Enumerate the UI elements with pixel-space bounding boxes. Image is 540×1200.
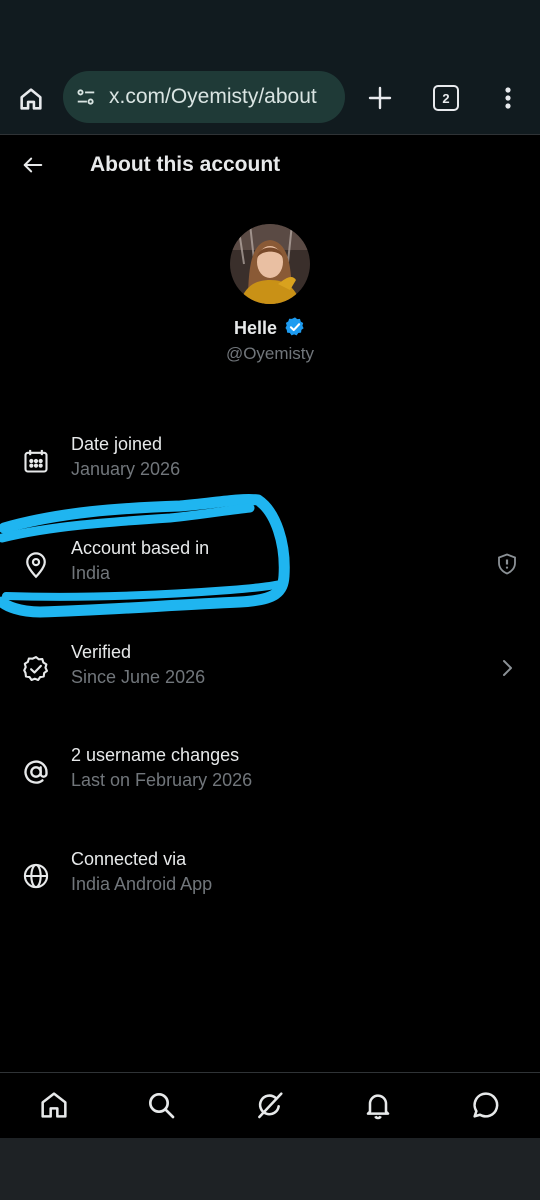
about-row-username-changes: 2 username changes Last on February 2026 [0,741,540,831]
verified-badge-icon [23,656,49,682]
location-pin-icon [26,552,46,579]
verified-badge-icon [284,316,306,343]
shield-alert-icon[interactable] [495,552,519,576]
grok-icon [258,1092,283,1119]
browser-home-button[interactable] [14,82,48,116]
bell-icon [366,1094,390,1120]
home-icon [20,88,42,110]
row-label: Date joined [71,434,163,454]
row-value: India Android App [71,874,213,894]
bottom-navigation [0,1072,540,1139]
tab-count: 2 [433,85,459,111]
site-settings-icon [77,89,95,105]
new-tab-button[interactable] [364,82,396,114]
avatar[interactable] [230,224,310,304]
row-value: India [71,563,111,583]
nav-messages[interactable] [470,1089,502,1121]
url-text: x.com/Oyemisty/about [109,85,317,108]
row-label: 2 username changes [71,745,240,765]
browser-menu-button[interactable] [494,82,522,114]
row-label: Verified [71,642,132,662]
back-button[interactable] [18,150,48,180]
browser-toolbar: x.com/Oyemisty/about 2 [0,62,540,135]
about-row-date-joined: Date joined January 2026 [0,430,540,520]
row-value: Last on February 2026 [71,770,253,790]
row-value: Since June 2026 [71,667,206,687]
tab-switcher-button[interactable]: 2 [430,82,462,114]
address-bar[interactable]: x.com/Oyemisty/about [63,71,345,123]
about-row-account-based-in: Account based in India [0,534,540,624]
nav-home[interactable] [38,1089,70,1121]
nav-grok[interactable] [254,1089,286,1121]
profile-photo [230,224,310,304]
display-name: Helle [0,316,540,343]
page-header: About this account [0,136,540,196]
messages-icon [473,1092,499,1118]
row-label: Connected via [71,849,187,869]
home-icon [41,1092,67,1118]
more-vertical-icon [505,87,511,109]
about-row-verified[interactable]: Verified Since June 2026 [0,638,540,728]
display-name-text: Helle [233,318,277,338]
status-bar [0,0,540,62]
username-handle: @Oyemisty [225,344,315,363]
nav-notifications[interactable] [362,1089,394,1121]
page-title: About this account [90,153,281,176]
calendar-icon [24,449,48,473]
row-label: Account based in [71,538,210,558]
arrow-left-icon [23,157,43,173]
at-sign-icon [24,760,48,784]
plus-icon [368,86,392,110]
chevron-right-icon [503,660,512,676]
system-navigation-bar [0,1138,540,1200]
row-value: January 2026 [71,459,181,479]
search-icon [149,1093,175,1119]
nav-search[interactable] [145,1089,177,1121]
about-row-connected-via: Connected via India Android App [0,845,540,935]
globe-icon [23,863,49,889]
